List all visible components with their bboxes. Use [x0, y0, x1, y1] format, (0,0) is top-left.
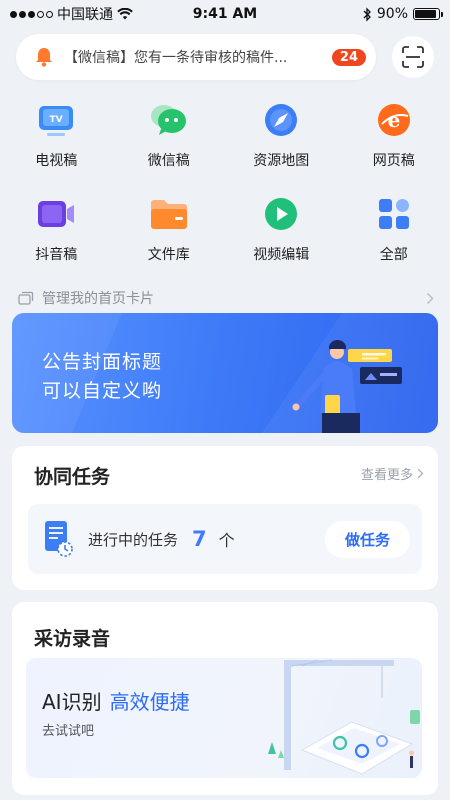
wifi-icon	[117, 8, 133, 20]
grid-item-resource-map[interactable]: 资源地图	[225, 100, 338, 170]
ai-recognition-panel[interactable]: AI识别 高效便捷 去试试吧	[26, 658, 422, 778]
web-icon: e	[374, 100, 414, 140]
collab-tasks-card: 协同任务 查看更多 进行中的任务 7 个 做任务	[12, 446, 438, 590]
ai-recognition-prefix: AI识别	[42, 690, 102, 714]
chevron-right-icon	[427, 292, 434, 304]
signal-strength-icon	[10, 10, 53, 18]
grid-item-all[interactable]: 全部	[338, 194, 450, 264]
compass-icon	[261, 100, 301, 140]
ai-recognition-title: AI识别 高效便捷	[42, 686, 190, 715]
banner-title-line-1: 公告封面标题	[42, 351, 163, 373]
banner-title-line-2: 可以自定义哟	[42, 380, 163, 402]
do-task-button[interactable]: 做任务	[324, 520, 410, 558]
status-right: 90%	[362, 6, 443, 22]
grid-label: 电视稿	[35, 153, 78, 169]
grid-item-wechat-draft[interactable]: 微信稿	[113, 100, 226, 170]
bell-icon	[36, 48, 52, 67]
grid-label: 视频编辑	[253, 247, 310, 263]
play-icon	[261, 194, 301, 234]
video-camera-icon	[36, 194, 76, 234]
manage-home-cards[interactable]: 管理我的首页卡片	[18, 288, 434, 308]
status-bar: 中国联通 9:41 AM 90%	[0, 0, 450, 28]
wechat-icon	[149, 100, 189, 140]
ai-recognition-subtitle: 去试试吧	[42, 724, 95, 739]
grid-label: 文件库	[147, 247, 190, 263]
interview-recording-card: 采访录音 AI识别 高效便捷 去试试吧	[12, 602, 438, 795]
grid-label: 资源地图	[253, 153, 310, 169]
chevron-right-icon	[417, 468, 424, 479]
banner-illustration	[292, 339, 402, 433]
ai-recognition-highlight: 高效便捷	[109, 690, 190, 714]
grid-label: 全部	[379, 247, 408, 263]
bluetooth-icon	[363, 6, 371, 22]
scan-button[interactable]	[392, 36, 434, 78]
battery-percent: 90%	[376, 6, 408, 22]
grid-label: 微信稿	[147, 153, 190, 169]
tv-icon: TV	[36, 100, 76, 140]
ongoing-tasks-count: 7	[192, 527, 207, 551]
ongoing-tasks-label: 进行中的任务	[88, 530, 179, 549]
grid-item-video-edit[interactable]: 视频编辑	[225, 194, 338, 264]
feature-grid: TV 电视稿 微信稿 资源地图 e 网页稿 抖音稿 文件库 视频编辑 全部	[0, 100, 450, 264]
ongoing-tasks-unit: 个	[218, 531, 235, 550]
ongoing-tasks-panel[interactable]: 进行中的任务 7 个 做任务	[28, 504, 422, 574]
battery-level	[415, 10, 436, 18]
grid-item-tv-draft[interactable]: TV 电视稿	[0, 100, 113, 170]
notification-count-badge: 24	[331, 48, 366, 66]
grid-item-file-library[interactable]: 文件库	[113, 194, 226, 264]
grid-label: 网页稿	[372, 153, 415, 169]
manage-cards-label: 管理我的首页卡片	[42, 291, 154, 307]
collab-tasks-title: 协同任务	[34, 466, 111, 488]
ai-illustration	[268, 659, 420, 775]
svg-text:TV: TV	[50, 115, 63, 125]
interview-recording-title: 采访录音	[34, 628, 111, 650]
signal-carrier: 中国联通	[10, 4, 133, 24]
carrier-name: 中国联通	[57, 7, 113, 23]
task-document-icon	[45, 521, 73, 557]
grid-item-web-draft[interactable]: e 网页稿	[338, 100, 450, 170]
grid-label: 抖音稿	[35, 247, 78, 263]
notification-text: 【微信稿】您有一条待审核的稿件...	[64, 50, 288, 66]
battery-icon	[413, 8, 443, 20]
notification-bar[interactable]: 【微信稿】您有一条待审核的稿件... 24	[16, 34, 376, 80]
announcement-banner[interactable]: 公告封面标题 可以自定义哟	[12, 313, 438, 433]
cards-icon	[18, 291, 34, 305]
folder-icon	[149, 194, 189, 234]
scan-icon	[402, 46, 424, 68]
view-more-link[interactable]: 查看更多	[361, 464, 424, 483]
view-more-label: 查看更多	[360, 468, 413, 483]
svg-text:e: e	[387, 108, 400, 132]
grid-item-douyin-draft[interactable]: 抖音稿	[0, 194, 113, 264]
apps-icon	[374, 194, 414, 234]
